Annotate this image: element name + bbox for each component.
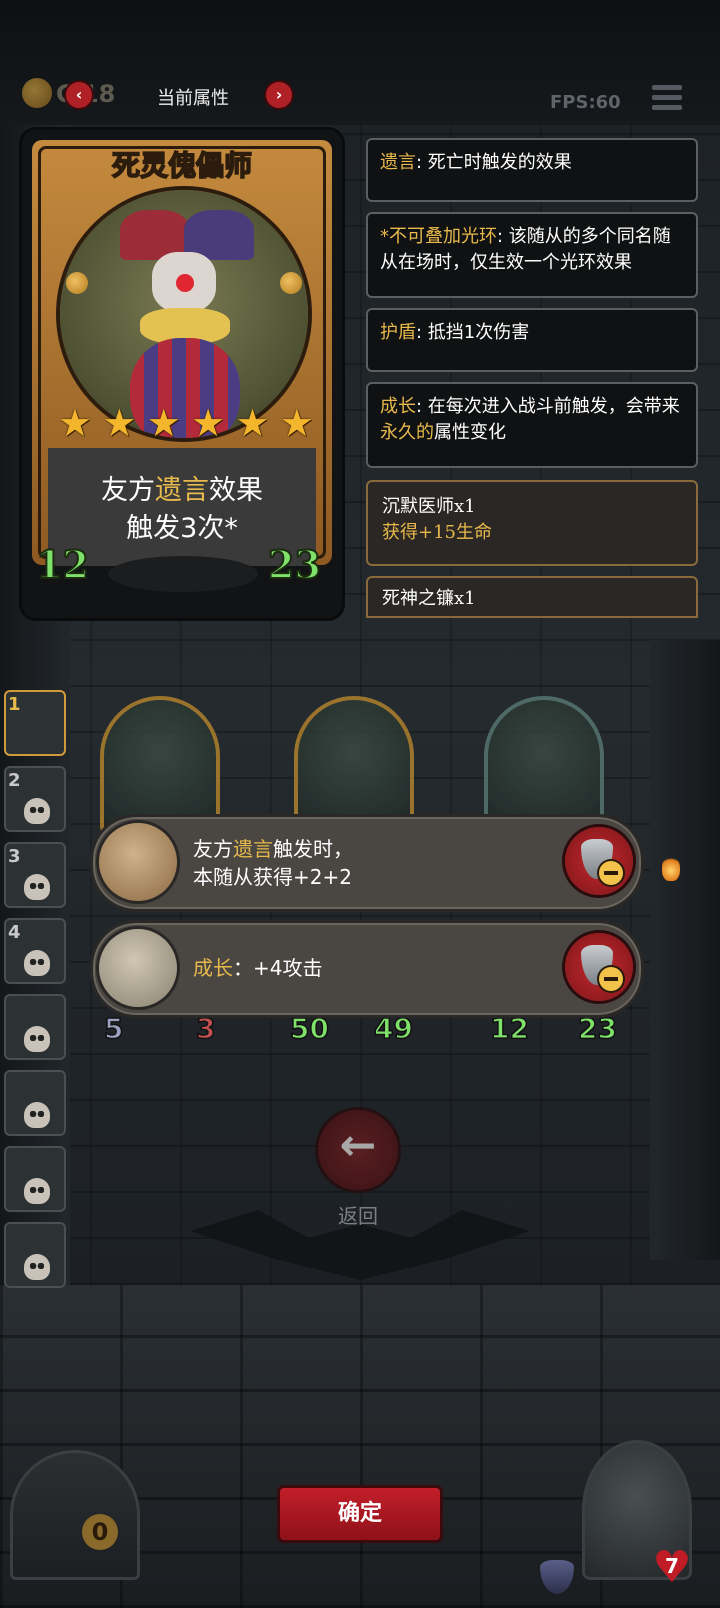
back-button[interactable]: ←: [318, 1110, 398, 1190]
minus-icon: [599, 861, 623, 885]
buff-row-growth: 成长：+4攻击: [90, 920, 644, 1018]
star-icon: ★: [57, 401, 93, 445]
skull-icon: [24, 1178, 50, 1204]
minus-icon: [599, 967, 623, 991]
fps-counter: FPS:60: [550, 92, 621, 113]
coin-icon: [22, 78, 52, 108]
buff-text: 友方遗言触发时， 本随从获得+2+2: [193, 837, 353, 889]
star-icon: ★: [235, 401, 270, 445]
skull-icon: [24, 1254, 50, 1280]
attribute-title: 当前属性: [157, 88, 229, 109]
card-shadow: [108, 556, 258, 592]
next-arrow-button[interactable]: ›: [266, 82, 292, 108]
roster-slot-number: 2: [8, 770, 21, 791]
equipment-silent-medic: 沉默医师x1 获得+15生命: [366, 480, 698, 566]
menu-icon[interactable]: [652, 85, 682, 113]
desc-line-2: 触发3次*: [126, 513, 238, 544]
jester-nose: [176, 274, 194, 292]
skull-icon: [24, 798, 50, 824]
keyword-aura: *不可叠加光环: 该随从的多个同名随从在场时，仅生效一个光环效果: [366, 212, 698, 298]
star-icon: ★: [191, 401, 226, 445]
star-icon: ★: [146, 401, 181, 445]
orb-right: [280, 272, 302, 294]
equipment-death-scythe: 死神之镰x1: [366, 576, 698, 618]
buff-row-deathrattle: 友方遗言触发时， 本随从获得+2+2: [90, 814, 644, 912]
skull-icon: [24, 950, 50, 976]
orb-left: [66, 272, 88, 294]
equipment-bonus: 获得+15生命: [382, 522, 492, 543]
shield-wheel-icon: [99, 823, 177, 901]
buff-text: 成长：+4攻击: [193, 956, 323, 980]
roster-slot[interactable]: 4: [4, 918, 66, 984]
scythe-icon: [99, 929, 177, 1007]
skull-icon: [24, 874, 50, 900]
attack-stat: 12: [35, 541, 90, 588]
jester-portrait: [60, 190, 308, 438]
board-stat: 5: [103, 1011, 124, 1046]
card-name: 死灵傀儡师: [111, 148, 253, 183]
roster-slot[interactable]: [4, 1146, 66, 1212]
back-arrow-icon: ←: [339, 1120, 377, 1171]
keyword-growth: 成长: 在每次进入战斗前触发，会带来永久的属性变化: [366, 382, 698, 468]
roster-slot[interactable]: [4, 1222, 66, 1288]
keyword-deathrattle: 遗言: 死亡时触发的效果: [366, 138, 698, 202]
roster-slot[interactable]: 2: [4, 766, 66, 832]
dungeon-gate[interactable]: [10, 1450, 140, 1580]
health-stat: 23: [267, 541, 322, 588]
confirm-button[interactable]: 确定: [280, 1488, 440, 1540]
roster-slot-number: 1: [8, 694, 21, 715]
roster-slot-number: 3: [8, 846, 21, 867]
equipment-name: 死神之镰x1: [382, 588, 476, 609]
roster-slot[interactable]: [4, 1070, 66, 1136]
torch-flame-icon: [662, 855, 680, 881]
roster-slot[interactable]: 1: [4, 690, 66, 756]
roster-slot[interactable]: 3: [4, 842, 66, 908]
prev-arrow-button[interactable]: ‹: [66, 82, 92, 108]
skull-icon: [24, 1102, 50, 1128]
right-pillar: [650, 640, 720, 1260]
desc-line-1: 友方遗言效果: [101, 475, 263, 506]
roster-slot[interactable]: [4, 994, 66, 1060]
keyword-shield: 护盾: 抵挡1次伤害: [366, 308, 698, 372]
roster-slot-number: 4: [8, 922, 21, 943]
star-icon: ★: [102, 401, 137, 445]
hero-health: 7: [665, 1554, 679, 1578]
star-icon: ★: [279, 401, 314, 445]
remove-buff-button[interactable]: [565, 933, 633, 1001]
equipment-name: 沉默医师x1: [382, 496, 476, 517]
minion-card: 死灵傀儡师 ★ ★ ★ ★ ★ ★ 友方遗言效果 触发3次* 12 23: [22, 130, 342, 618]
team-roster: 1 2 3 4: [0, 690, 70, 1298]
star-rating: ★ ★ ★ ★ ★ ★: [56, 404, 316, 442]
back-label: 返回: [338, 1204, 378, 1228]
skull-icon: [24, 1026, 50, 1052]
gate-count: 0: [82, 1514, 118, 1550]
remove-buff-button[interactable]: [565, 827, 633, 895]
